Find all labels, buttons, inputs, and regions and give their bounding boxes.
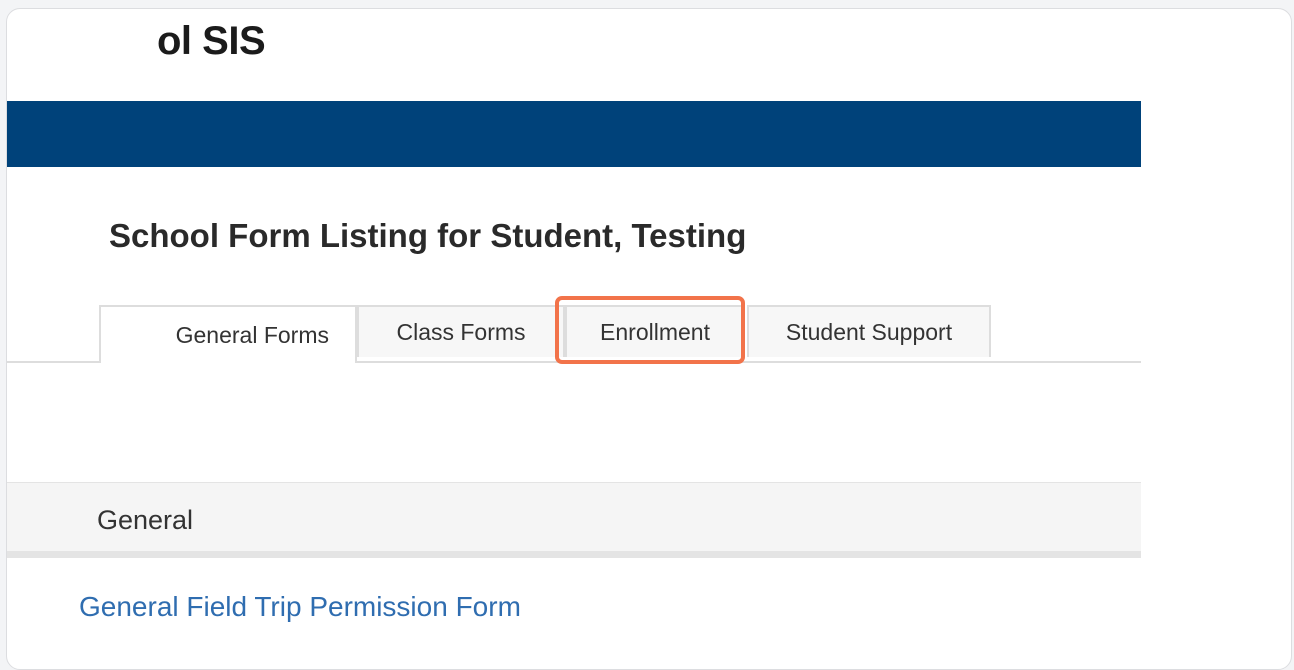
page-heading: School Form Listing for Student, Testing [109, 217, 747, 254]
screenshot-frame: ol SIS School Form Listing for Student, … [6, 8, 1292, 670]
top-navbar [7, 101, 1141, 167]
form-category-tabs: General Forms Class Forms Enrollment Stu… [7, 305, 1141, 363]
field-trip-permission-form-link[interactable]: General Field Trip Permission Form [79, 591, 521, 623]
tab-enrollment[interactable]: Enrollment [565, 305, 745, 357]
tab-class-forms[interactable]: Class Forms [357, 305, 565, 357]
general-panel-header: General [7, 482, 1141, 558]
panel-title: General [97, 505, 194, 535]
tab-general-forms[interactable]: General Forms [99, 305, 357, 363]
browser-viewport: ol SIS School Form Listing for Student, … [7, 9, 1141, 669]
app-title: ol SIS [157, 19, 266, 63]
tab-student-support[interactable]: Student Support [747, 305, 991, 357]
